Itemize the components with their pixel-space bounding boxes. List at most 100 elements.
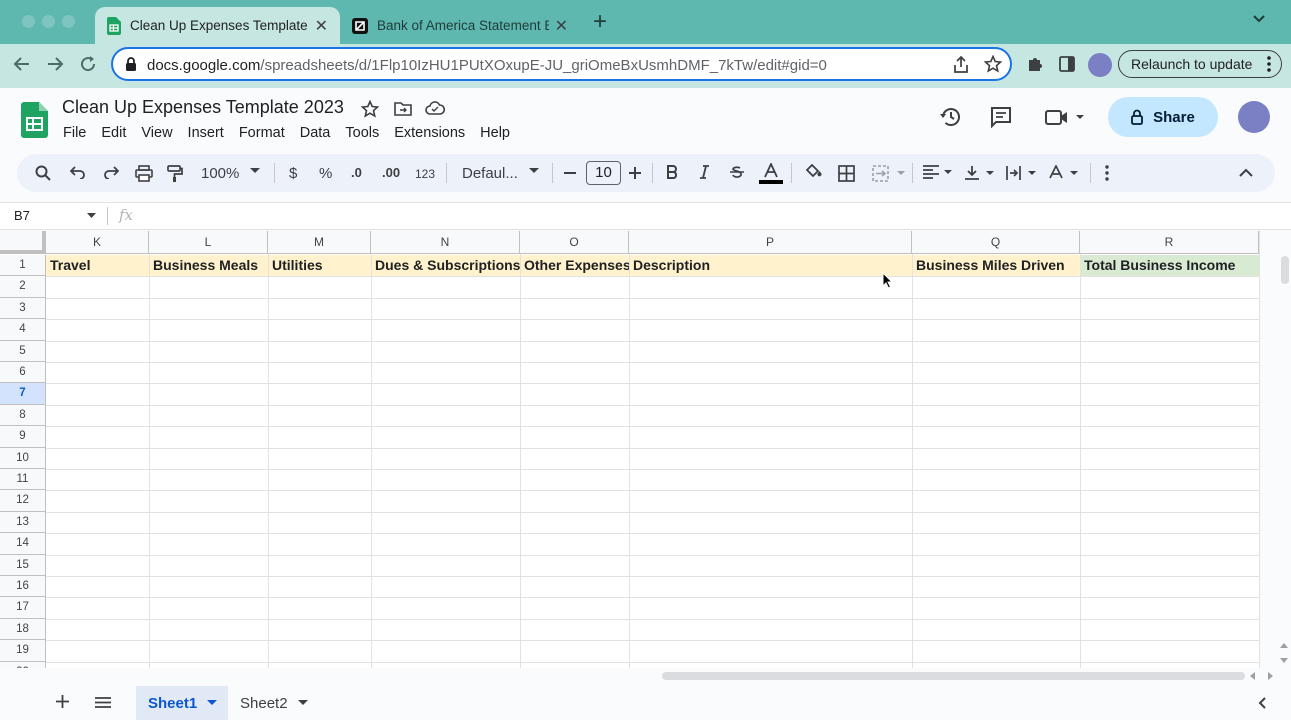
address-bar[interactable]: docs.google.com/spreadsheets/d/1Flp10IzH… [111, 47, 1012, 81]
text-wrapping-icon[interactable] [1006, 165, 1040, 181]
cell-m1[interactable]: Utilities [269, 255, 371, 276]
vertical-scrollbar[interactable] [1259, 231, 1291, 668]
menu-help[interactable]: Help [480, 125, 510, 141]
row-header-12[interactable]: 12 [0, 490, 46, 512]
reload-icon[interactable] [79, 55, 97, 73]
row-header-3[interactable]: 3 [0, 297, 46, 320]
menu-data[interactable]: Data [300, 125, 331, 141]
zoom-select[interactable]: 100% [201, 165, 239, 182]
redo-icon[interactable] [103, 165, 119, 179]
name-box-dropdown-icon[interactable] [87, 213, 96, 218]
cell-q1[interactable]: Business Miles Driven [913, 255, 1080, 276]
cell-p1[interactable]: Description [630, 255, 912, 276]
horizontal-scroll-thumb[interactable] [662, 672, 1245, 680]
browser-tab-sheets[interactable]: Clean Up Expenses Template 2 ✕ [95, 7, 340, 44]
row-header-1[interactable]: 1 [0, 255, 46, 277]
version-history-icon[interactable] [939, 106, 962, 128]
account-avatar[interactable] [1238, 101, 1270, 133]
bookmark-star-icon[interactable] [984, 55, 1002, 73]
kebab-menu-icon[interactable] [1267, 56, 1271, 72]
row-header-2[interactable]: 2 [0, 276, 46, 298]
scroll-right-arrow-icon[interactable] [1268, 672, 1273, 680]
close-tab-icon[interactable]: ✕ [555, 16, 568, 36]
share-button[interactable]: Share [1108, 97, 1218, 137]
all-sheets-menu-icon[interactable] [95, 697, 111, 708]
column-header-q[interactable]: Q [912, 231, 1080, 254]
column-header-l[interactable]: L [149, 231, 268, 254]
more-formats-button[interactable]: 123 [415, 167, 435, 181]
sheet-tab-sheet1[interactable]: Sheet1 [136, 686, 228, 720]
scroll-left-arrow-icon[interactable] [1250, 672, 1255, 680]
sheet-tab-sheet2[interactable]: Sheet2 [228, 686, 320, 720]
scroll-up-arrow-icon[interactable] [1280, 643, 1288, 648]
more-options-icon[interactable] [1105, 165, 1109, 181]
fill-color-icon[interactable] [804, 162, 822, 180]
vertical-align-icon[interactable] [964, 165, 998, 181]
relaunch-button[interactable]: Relaunch to update [1118, 50, 1282, 78]
increase-font-size-icon[interactable] [629, 167, 641, 179]
column-header-k[interactable]: K [46, 231, 149, 254]
spreadsheet-grid[interactable]: K L M N O P Q R Travel Business Meals Ut… [0, 231, 1259, 668]
horizontal-align-icon[interactable] [922, 165, 956, 179]
collapse-menus-chevron-icon[interactable] [1239, 168, 1253, 177]
row-header-9[interactable]: 9 [0, 426, 46, 448]
zoom-dropdown-icon[interactable] [250, 168, 260, 174]
row-header-6[interactable]: 6 [0, 362, 46, 384]
percent-format-button[interactable]: % [319, 165, 332, 182]
menu-format[interactable]: Format [239, 125, 285, 141]
row-header-8[interactable]: 8 [0, 404, 46, 427]
select-all-corner[interactable] [0, 231, 46, 254]
row-header-18[interactable]: 18 [0, 618, 46, 641]
menu-view[interactable]: View [141, 125, 172, 141]
window-zoom-dot[interactable] [62, 15, 75, 28]
font-select[interactable]: Defaul... [462, 165, 518, 182]
merge-cells-icon[interactable] [872, 165, 908, 182]
menu-tools[interactable]: Tools [345, 125, 379, 141]
name-box[interactable]: B7 [14, 208, 30, 223]
decrease-decimal-button[interactable]: .0 [351, 165, 362, 180]
text-rotation-icon[interactable] [1048, 165, 1082, 181]
sheets-logo-icon[interactable] [21, 102, 48, 138]
strikethrough-button[interactable] [729, 165, 745, 179]
move-folder-icon[interactable] [394, 101, 412, 116]
share-page-icon[interactable] [953, 56, 969, 74]
profile-avatar[interactable] [1088, 53, 1112, 77]
text-color-icon[interactable] [759, 163, 783, 185]
search-menus-icon[interactable] [35, 165, 51, 181]
star-icon[interactable] [361, 100, 379, 118]
add-sheet-plus-icon[interactable] [56, 695, 69, 708]
paint-format-icon[interactable] [167, 165, 183, 183]
borders-icon[interactable] [838, 165, 855, 182]
row-header-7[interactable]: 7 [0, 383, 46, 405]
decrease-font-size-icon[interactable] [564, 172, 576, 174]
back-arrow-icon[interactable] [13, 56, 31, 72]
menu-edit[interactable]: Edit [101, 125, 126, 141]
new-tab-plus-icon[interactable]: + [593, 10, 607, 34]
window-minimize-dot[interactable] [42, 15, 55, 28]
column-header-n[interactable]: N [371, 231, 520, 254]
menu-insert[interactable]: Insert [188, 125, 224, 141]
forward-arrow-icon[interactable] [46, 56, 64, 72]
cell-k1[interactable]: Travel [47, 255, 149, 276]
extensions-puzzle-icon[interactable] [1026, 55, 1044, 73]
row-header-19[interactable]: 19 [0, 640, 46, 662]
column-header-o[interactable]: O [520, 231, 629, 254]
explore-collapse-chevron-icon[interactable] [1258, 697, 1266, 709]
menu-extensions[interactable]: Extensions [394, 125, 465, 141]
column-header-r[interactable]: R [1080, 231, 1259, 254]
currency-format-button[interactable]: $ [289, 165, 297, 182]
window-close-dot[interactable] [22, 15, 35, 28]
undo-icon[interactable] [70, 165, 86, 179]
sheet-tab-dropdown-icon[interactable] [207, 700, 218, 706]
vertical-scroll-thumb[interactable] [1281, 256, 1289, 284]
row-header-16[interactable]: 16 [0, 576, 46, 598]
tab-search-chevron-icon[interactable] [1252, 14, 1266, 24]
row-header-10[interactable]: 10 [0, 447, 46, 469]
increase-decimal-button[interactable]: .00 [382, 165, 400, 180]
cell-n1[interactable]: Dues & Subscriptions [372, 255, 520, 276]
font-size-input[interactable]: 10 [586, 161, 621, 185]
column-header-p[interactable]: P [629, 231, 912, 254]
italic-button[interactable] [699, 165, 710, 179]
font-dropdown-icon[interactable] [529, 168, 539, 174]
row-header-4[interactable]: 4 [0, 319, 46, 341]
